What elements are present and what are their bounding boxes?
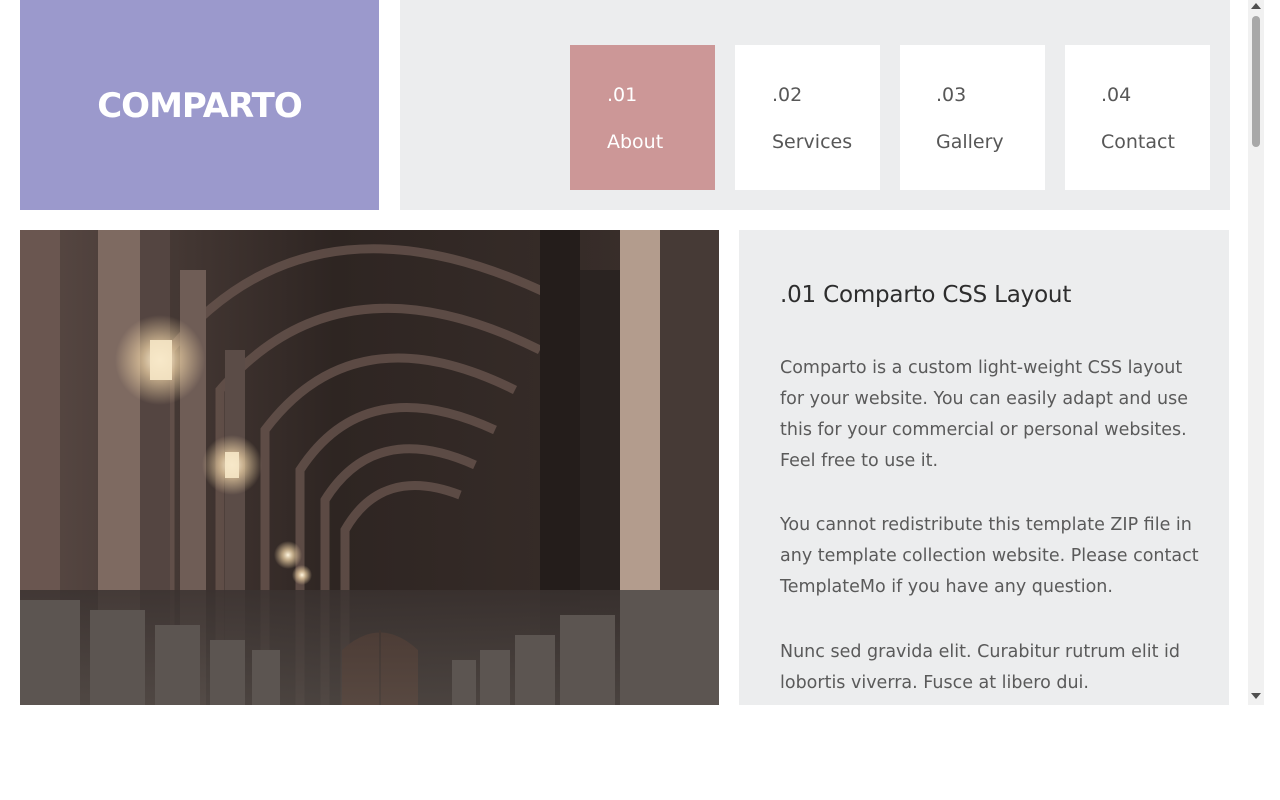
content-panel: .01 Comparto CSS Layout Comparto is a cu…: [739, 230, 1229, 705]
hero-photo: [20, 230, 719, 705]
scroll-down-icon[interactable]: [1251, 693, 1261, 699]
nav-item-label: Contact: [1101, 131, 1175, 153]
nav-item-label: Gallery: [936, 131, 1004, 153]
nav-item-label: Services: [772, 131, 853, 153]
main-nav: .01 About .02 Services .03 Gallery .04 C…: [400, 0, 1230, 210]
paragraph: Nunc sed gravida elit. Curabitur rutrum …: [780, 642, 1180, 693]
scroll-up-icon[interactable]: [1251, 3, 1261, 9]
scrollbar-thumb[interactable]: [1252, 16, 1260, 147]
page-title: .01 Comparto CSS Layout: [780, 282, 1072, 308]
nav-item-services[interactable]: .02 Services: [735, 45, 880, 190]
paragraph: Comparto is a custom light-weight CSS la…: [780, 358, 1188, 471]
logo[interactable]: COMPARTO: [20, 0, 379, 210]
nav-item-contact[interactable]: .04 Contact: [1065, 45, 1210, 190]
nav-item-gallery[interactable]: .03 Gallery: [900, 45, 1045, 190]
nav-item-number: .04: [1101, 84, 1132, 106]
logo-text: COMPARTO: [97, 86, 303, 126]
page-viewport: COMPARTO .01 About .02 Services .03 Gall…: [0, 0, 1248, 705]
paragraph: You cannot redistribute this template ZI…: [780, 515, 1199, 597]
nav-item-number: .01: [607, 84, 638, 106]
nav-item-number: .02: [772, 84, 803, 106]
nav-item-about[interactable]: .01 About: [570, 45, 715, 190]
nav-item-label: About: [607, 131, 664, 153]
vertical-scrollbar[interactable]: [1248, 0, 1264, 705]
nav-item-number: .03: [936, 84, 967, 106]
